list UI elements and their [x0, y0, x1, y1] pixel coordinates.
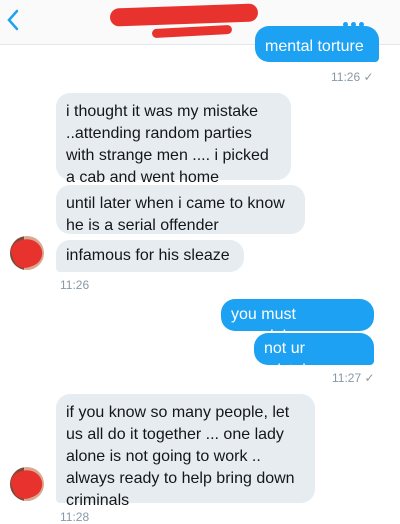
message-text: if you know so many people, let us all d…: [66, 404, 295, 509]
message-bubble-incoming[interactable]: i thought it was my mistake ..attending …: [56, 93, 291, 186]
message-text: until later when i came to know he is a …: [66, 195, 285, 234]
redacted-handle: [151, 24, 233, 39]
redacted-name: [109, 3, 259, 27]
message-bubble-outgoing[interactable]: not ur mistake: [254, 333, 374, 379]
message-timestamp: 11:27 ✓: [332, 371, 375, 385]
back-chevron-icon[interactable]: [6, 8, 30, 34]
message-timestamp: 11:26 ✓: [331, 70, 374, 84]
message-text: i thought it was my mistake ..attending …: [66, 103, 269, 186]
sender-avatar[interactable]: [10, 467, 44, 501]
message-bubble-outgoing[interactable]: mental torture: [255, 26, 379, 62]
message-bubble-incoming[interactable]: if you know so many people, let us all d…: [56, 394, 315, 509]
sender-avatar[interactable]: [10, 236, 44, 270]
message-text: not ur mistake: [264, 340, 320, 379]
message-text: infamous for his sleaze: [66, 247, 230, 264]
message-bubble-outgoing[interactable]: you must complain: [221, 299, 374, 345]
message-bubble-incoming[interactable]: infamous for his sleaze: [56, 240, 244, 272]
message-timestamp: 11:28: [60, 510, 90, 524]
message-text: mental torture: [265, 38, 364, 55]
message-bubble-incoming[interactable]: until later when i came to know he is a …: [56, 185, 305, 234]
message-timestamp: 11:26: [60, 278, 90, 292]
